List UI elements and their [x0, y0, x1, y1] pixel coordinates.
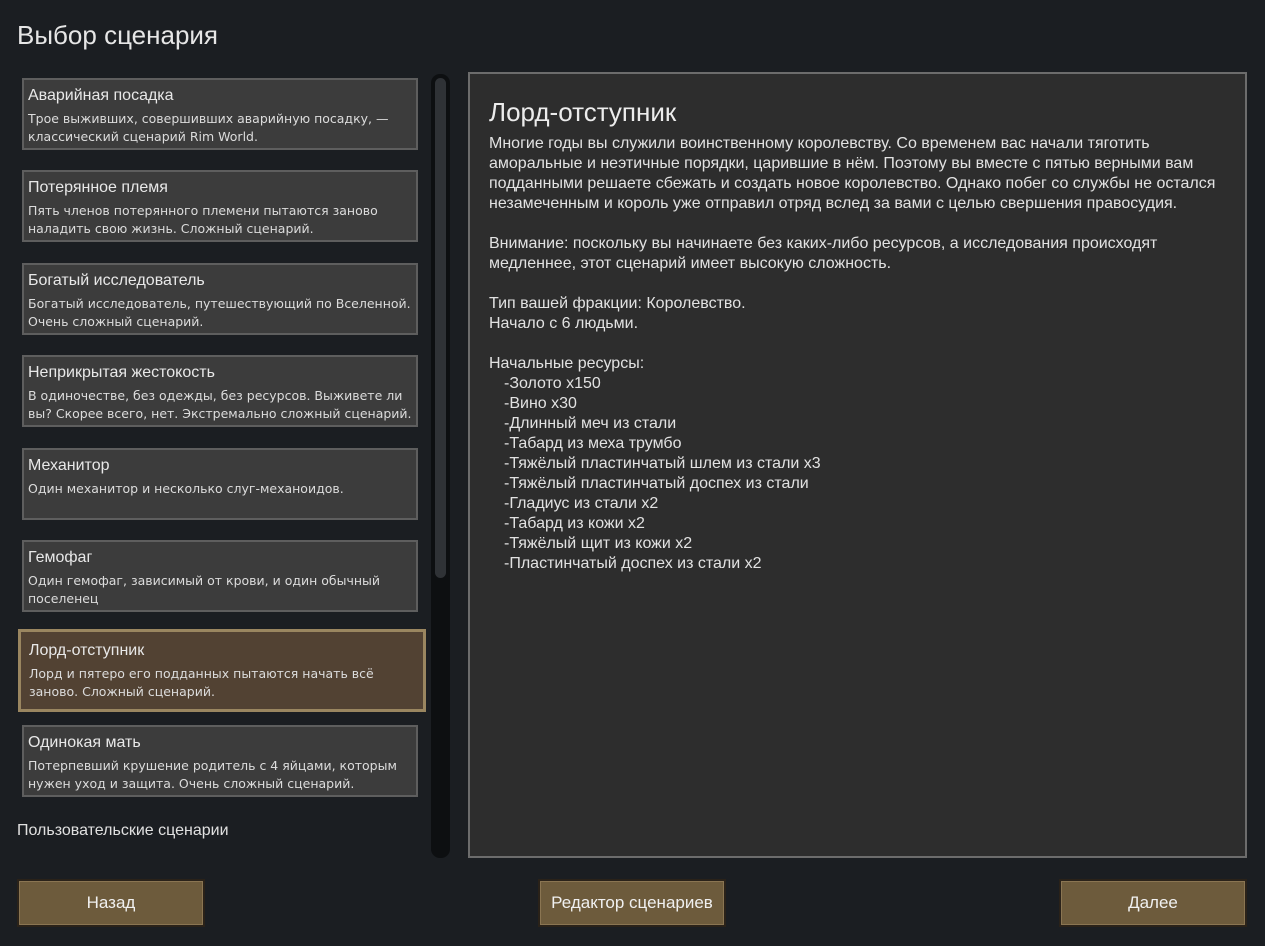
scenario-card-lone-mother[interactable]: Одинокая мать Потерпевший крушение родит…	[22, 725, 418, 797]
scenario-card-title: Аварийная посадка	[28, 87, 174, 104]
resource-item: -Табард из кожи x2	[504, 515, 645, 532]
resource-item: -Тяжёлый щит из кожи x2	[504, 535, 693, 552]
scenario-card-naked-brutality[interactable]: Неприкрытая жестокость В одиночестве, бе…	[22, 355, 418, 427]
scenario-card-lost-tribe[interactable]: Потерянное племя Пять членов потерянного…	[22, 170, 418, 242]
scenario-card-desc: В одиночестве, без одежды, без ресурсов.…	[28, 388, 412, 421]
scenario-card-desc: Лорд и пятеро его подданных пытаются нач…	[29, 666, 374, 699]
scenario-card-title: Гемофаг	[28, 549, 93, 566]
scenario-list: Аварийная посадка Трое выживших, соверши…	[17, 74, 429, 859]
scenario-list-scrollbar[interactable]	[431, 74, 450, 858]
scenario-card-title: Неприкрытая жестокость	[28, 364, 215, 381]
resource-item: -Тяжёлый пластинчатый шлем из стали x3	[504, 455, 821, 472]
page-title: Выбор сценария	[17, 20, 219, 50]
scenario-card-title: Одинокая мать	[28, 734, 141, 751]
detail-resources-list: -Золото x150 -Вино x30 -Длинный меч из с…	[489, 374, 1225, 574]
detail-warning: Внимание: поскольку вы начинаете без как…	[489, 235, 1158, 272]
scenario-card-title: Лорд-отступник	[29, 642, 145, 659]
resource-item: -Табард из меха трумбо	[504, 435, 682, 452]
scenario-select-screen: Выбор сценария Аварийная посадка Трое вы…	[0, 0, 1265, 946]
resource-item: -Золото x150	[504, 375, 601, 392]
scrollbar-thumb[interactable]	[435, 78, 446, 578]
scenario-card-title: Богатый исследователь	[28, 272, 205, 289]
resource-item: -Длинный меч из стали	[504, 415, 677, 432]
custom-scenarios-header: Пользовательские сценарии	[17, 822, 229, 839]
custom-scenarios-cut-text: · · ·	[17, 853, 39, 859]
scenario-card-desc: Пять членов потерянного племени пытаются…	[28, 203, 378, 236]
detail-start: Начало с 6 людьми.	[489, 315, 639, 332]
scenario-card-desc: Потерпевший крушение родитель с 4 яйцами…	[28, 758, 397, 791]
scenario-card-sanguophage[interactable]: Гемофаг Один гемофаг, зависимый от крови…	[22, 540, 418, 612]
scenario-editor-button[interactable]: Редактор сценариев	[538, 879, 726, 927]
detail-intro: Многие годы вы служили воинственному кор…	[489, 135, 1216, 212]
scenario-card-title: Потерянное племя	[28, 179, 168, 196]
scenario-card-desc: Богатый исследователь, путешествующий по…	[28, 296, 411, 329]
resource-item: -Пластинчатый доспех из стали x2	[504, 555, 762, 572]
next-button[interactable]: Далее	[1059, 879, 1247, 927]
scenario-card-rich-explorer[interactable]: Богатый исследователь Богатый исследоват…	[22, 263, 418, 335]
resource-item: -Гладиус из стали x2	[504, 495, 659, 512]
scenario-card-desc: Один механитор и несколько слуг-механоид…	[28, 481, 344, 496]
scenario-card-desc: Один гемофаг, зависимый от крови, и один…	[28, 573, 381, 606]
scenario-detail-panel: Лорд-отступник Многие годы вы служили во…	[468, 72, 1247, 858]
resource-item: -Тяжёлый пластинчатый доспех из стали	[504, 475, 809, 492]
scenario-card-rebel-lord[interactable]: Лорд-отступник Лорд и пятеро его подданн…	[18, 629, 426, 712]
detail-resources-header: Начальные ресурсы:	[489, 355, 645, 372]
back-button[interactable]: Назад	[17, 879, 205, 927]
scenario-card-mechanitor[interactable]: Механитор Один механитор и несколько слу…	[22, 448, 418, 520]
scenario-card-title: Механитор	[28, 457, 110, 474]
resource-item: -Вино x30	[504, 395, 577, 412]
detail-faction: Тип вашей фракции: Королевство.	[489, 295, 746, 312]
scenario-card-desc: Трое выживших, совершивших аварийную пос…	[28, 111, 389, 144]
detail-title: Лорд-отступник	[489, 97, 677, 127]
scenario-card-crashlanded[interactable]: Аварийная посадка Трое выживших, соверши…	[22, 78, 418, 150]
